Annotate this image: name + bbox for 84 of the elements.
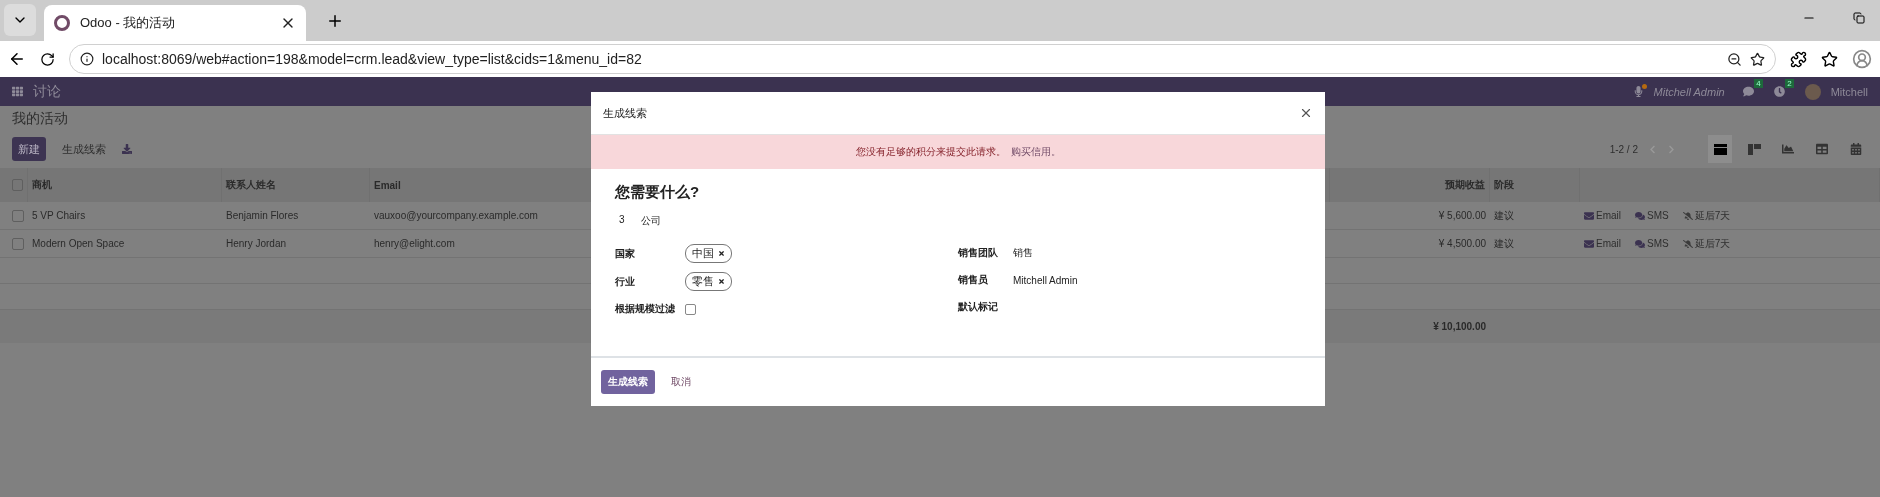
star-icon[interactable] bbox=[1750, 51, 1765, 67]
favorites-icon[interactable] bbox=[1821, 50, 1838, 68]
pager: 1-2 / 2 bbox=[1609, 143, 1638, 155]
column-header[interactable]: 商机 bbox=[28, 168, 222, 202]
row-checkbox[interactable] bbox=[12, 209, 24, 222]
generate-leads-button[interactable]: 生成线索 bbox=[56, 141, 112, 157]
action-link[interactable]: SMS bbox=[1635, 238, 1669, 249]
action-link[interactable]: Email bbox=[1584, 238, 1621, 249]
field-value[interactable]: Mitchell Admin bbox=[1013, 274, 1078, 286]
count-field[interactable]: 3 bbox=[619, 214, 625, 228]
new-button[interactable]: 新建 bbox=[12, 137, 46, 161]
list-view-icon bbox=[1713, 143, 1727, 155]
count-badge: 2 bbox=[1785, 79, 1794, 88]
kanban-icon bbox=[1747, 143, 1761, 155]
user-name: Mitchell Admin bbox=[1653, 85, 1725, 98]
browser-tab[interactable]: Odoo - 我的活动 bbox=[44, 5, 306, 41]
remove-icon[interactable] bbox=[718, 278, 725, 285]
back-icon[interactable] bbox=[8, 50, 26, 68]
field-label: 销售团队 bbox=[958, 246, 999, 260]
chat-icon bbox=[1635, 210, 1645, 221]
alert-text: 您没有足够的积分来提交此请求。 bbox=[855, 145, 1006, 159]
close-icon[interactable] bbox=[1299, 106, 1313, 120]
table-icon bbox=[1816, 143, 1828, 155]
total-value: ¥ 10,100.00 bbox=[1432, 320, 1487, 334]
field-label: 行业 bbox=[615, 274, 636, 289]
chat-icon bbox=[1635, 238, 1645, 249]
tag[interactable]: 中国 bbox=[685, 244, 732, 263]
status-dot bbox=[1641, 84, 1647, 89]
envelope-icon bbox=[1584, 210, 1594, 221]
field-label: 根据规模过滤 bbox=[615, 302, 676, 316]
column-header[interactable]: 预期收益 bbox=[1330, 168, 1490, 202]
table-cell: Modern Open Space bbox=[28, 230, 222, 258]
action-link[interactable]: SMS bbox=[1635, 210, 1669, 221]
profile-icon[interactable] bbox=[1852, 49, 1872, 69]
view-switch-button[interactable] bbox=[1708, 135, 1732, 163]
field-value[interactable]: 销售 bbox=[1013, 246, 1033, 260]
generate-leads-button[interactable]: 生成线索 bbox=[601, 370, 655, 394]
action-link[interactable]: 延后7天 bbox=[1682, 236, 1731, 251]
bell-slash-icon bbox=[1682, 210, 1693, 221]
table-cell: Henry Jordan bbox=[222, 230, 370, 258]
page-title: 我的活动 bbox=[12, 110, 68, 128]
cancel-button[interactable]: 取消 bbox=[665, 374, 697, 390]
table-cell: ¥ 4,500.00 bbox=[1330, 230, 1490, 258]
reload-icon[interactable] bbox=[40, 51, 55, 67]
remove-icon[interactable] bbox=[718, 250, 725, 257]
field-label: 销售员 bbox=[958, 273, 989, 287]
envelope-icon bbox=[1584, 238, 1594, 249]
field-label: 国家 bbox=[615, 246, 636, 261]
table-cell: Benjamin Flores bbox=[222, 202, 370, 230]
checkbox[interactable] bbox=[685, 303, 696, 315]
column-header[interactable]: 联系人姓名 bbox=[222, 168, 370, 202]
dialog-heading: 您需要什么? bbox=[615, 183, 701, 202]
puzzle-icon[interactable] bbox=[1790, 50, 1807, 68]
row-checkbox[interactable] bbox=[12, 237, 24, 250]
field-label: 默认标记 bbox=[958, 300, 999, 314]
table-cell: 建议 bbox=[1490, 202, 1580, 230]
apps-grid-icon[interactable] bbox=[12, 86, 23, 97]
info-icon[interactable] bbox=[80, 52, 94, 66]
table-cell: 5 VP Chairs bbox=[28, 202, 222, 230]
table-cell: 建议 bbox=[1490, 230, 1580, 258]
zoom-out-icon[interactable] bbox=[1727, 51, 1742, 67]
app-name[interactable]: 讨论 bbox=[33, 82, 61, 101]
dialog-title: 生成线索 bbox=[603, 105, 647, 121]
count-badge: 4 bbox=[1754, 79, 1763, 88]
target-select[interactable]: 公司 bbox=[640, 214, 661, 228]
clock-icon[interactable] bbox=[1773, 86, 1785, 97]
avatar[interactable] bbox=[1804, 83, 1821, 100]
column-header[interactable]: 阶段 bbox=[1490, 168, 1580, 202]
tab-title: Odoo - 我的活动 bbox=[80, 14, 177, 32]
action-link[interactable]: Email bbox=[1584, 210, 1621, 221]
buy-credits-link[interactable]: 购买信用。 bbox=[1010, 145, 1061, 159]
area-chart-icon bbox=[1782, 143, 1794, 155]
odoo-logo-icon bbox=[54, 15, 70, 31]
calendar-icon bbox=[1850, 143, 1862, 155]
chat-icon[interactable] bbox=[1742, 86, 1754, 97]
bell-slash-icon bbox=[1682, 238, 1693, 249]
table-cell: ¥ 5,600.00 bbox=[1330, 202, 1490, 230]
download-icon[interactable] bbox=[122, 144, 132, 154]
microphone-icon[interactable] bbox=[1632, 86, 1644, 97]
tab-list-button[interactable] bbox=[4, 4, 36, 36]
restore-icon[interactable] bbox=[1853, 12, 1865, 24]
user-menu[interactable]: Mitchell bbox=[1830, 85, 1868, 98]
action-link[interactable]: 延后7天 bbox=[1682, 208, 1731, 223]
tag[interactable]: 零售 bbox=[685, 272, 732, 291]
